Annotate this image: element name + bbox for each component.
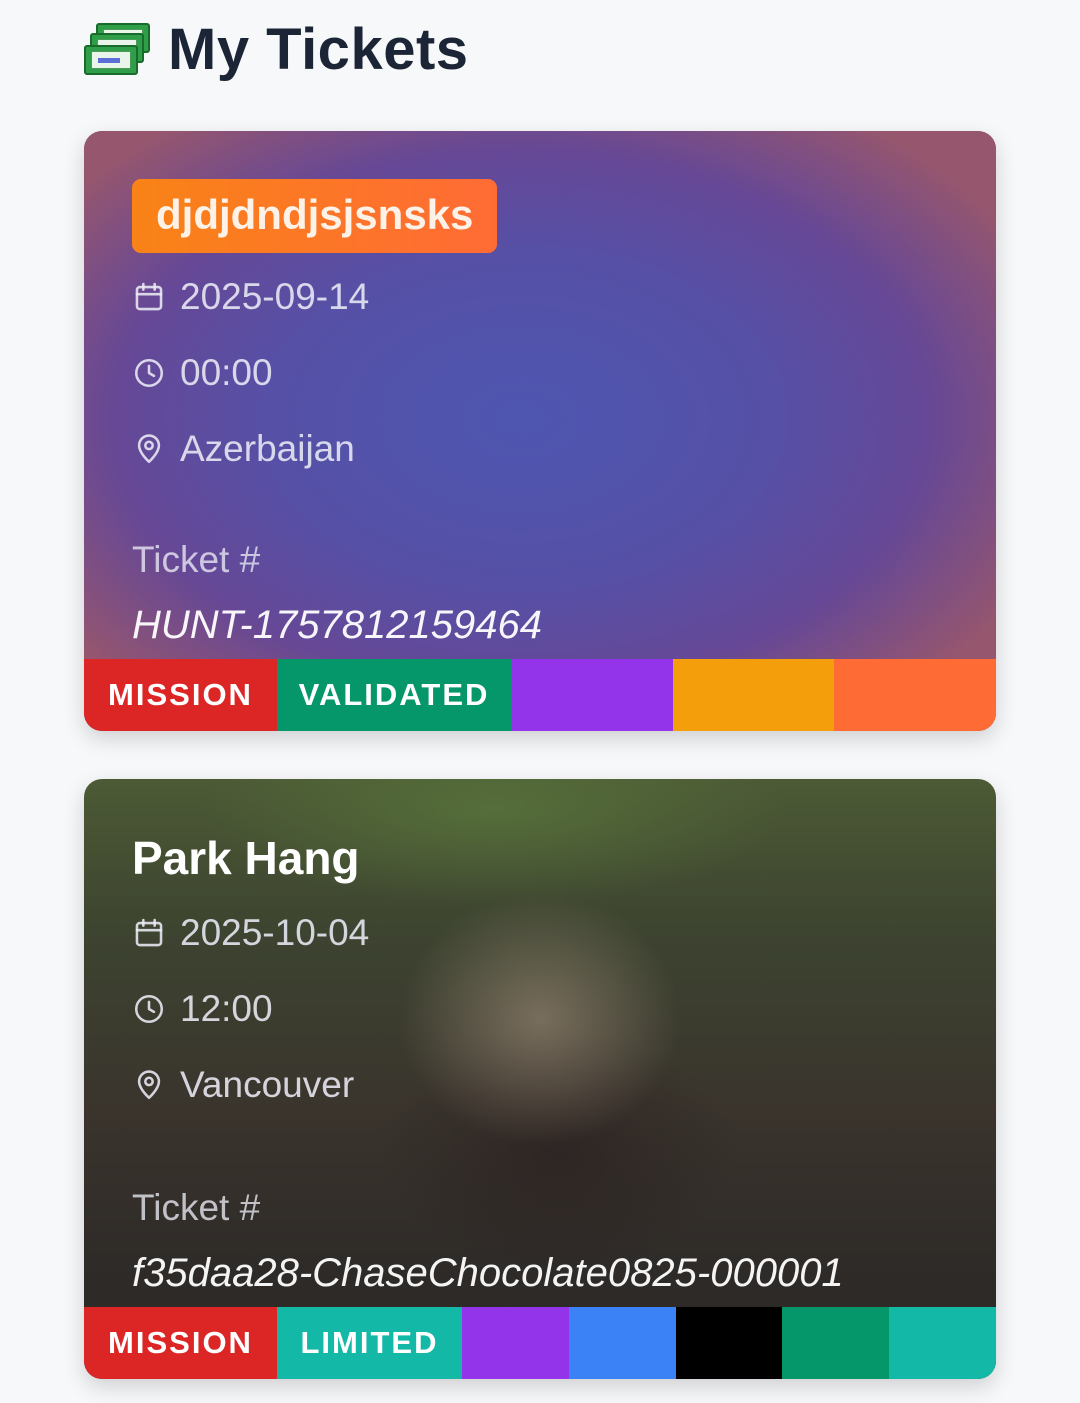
tag-validated: VALIDATED: [277, 659, 511, 731]
ticket-date-row: 2025-09-14: [132, 276, 369, 318]
clock-icon: [134, 358, 164, 388]
calendar-icon: [135, 918, 163, 947]
color-swatch: [462, 1307, 569, 1379]
ticket-time-row: 12:00: [132, 988, 273, 1030]
ticket-location: Vancouver: [180, 1064, 355, 1105]
color-swatch: [672, 659, 835, 731]
color-swatch: [511, 659, 673, 731]
tag-mission: MISSION: [84, 659, 277, 731]
ticket-location: Azerbaijan: [180, 428, 355, 469]
color-swatch: [782, 1307, 890, 1379]
ticket-location-row: Azerbaijan: [132, 428, 355, 470]
ticket-card[interactable]: Park Hang 2025-10-04 12:00 Vancouver Tic…: [84, 779, 996, 1379]
ticket-tag-bar: MISSION VALIDATED: [84, 659, 996, 731]
tag-limited: LIMITED: [277, 1307, 462, 1379]
location-pin-icon: [137, 434, 161, 464]
color-swatch: [889, 1307, 996, 1379]
ticket-time: 12:00: [180, 988, 273, 1029]
calendar-icon: [135, 282, 163, 311]
money-bills-icon: [82, 19, 150, 79]
ticket-title-badge: djdjdndjsjsnsks: [132, 179, 498, 253]
ticket-number: HUNT-1757812159464: [132, 603, 542, 647]
location-pin-icon: [137, 1070, 161, 1100]
ticket-number-label: Ticket #: [132, 1187, 261, 1228]
ticket-number-label: Ticket #: [132, 539, 261, 580]
ticket-time-row: 00:00: [132, 352, 273, 394]
ticket-time: 00:00: [180, 352, 273, 393]
color-swatch: [568, 1307, 676, 1379]
clock-icon: [134, 994, 164, 1024]
color-swatch: [834, 659, 996, 731]
ticket-card[interactable]: djdjdndjsjsnsks 2025-09-14 00:00 Azerbai: [84, 131, 996, 731]
ticket-date: 2025-10-04: [180, 912, 370, 953]
page-header: My Tickets: [82, 14, 469, 84]
ticket-number: f35daa28-ChaseChocolate0825-000001: [132, 1251, 844, 1295]
ticket-title: Park Hang: [132, 832, 360, 884]
tag-mission: MISSION: [84, 1307, 277, 1379]
ticket-date: 2025-09-14: [180, 276, 370, 317]
ticket-location-row: Vancouver: [132, 1064, 354, 1106]
ticket-tag-bar: MISSION LIMITED: [84, 1307, 996, 1379]
page-title: My Tickets: [168, 16, 469, 82]
ticket-date-row: 2025-10-04: [132, 912, 369, 954]
color-swatch: [675, 1307, 783, 1379]
